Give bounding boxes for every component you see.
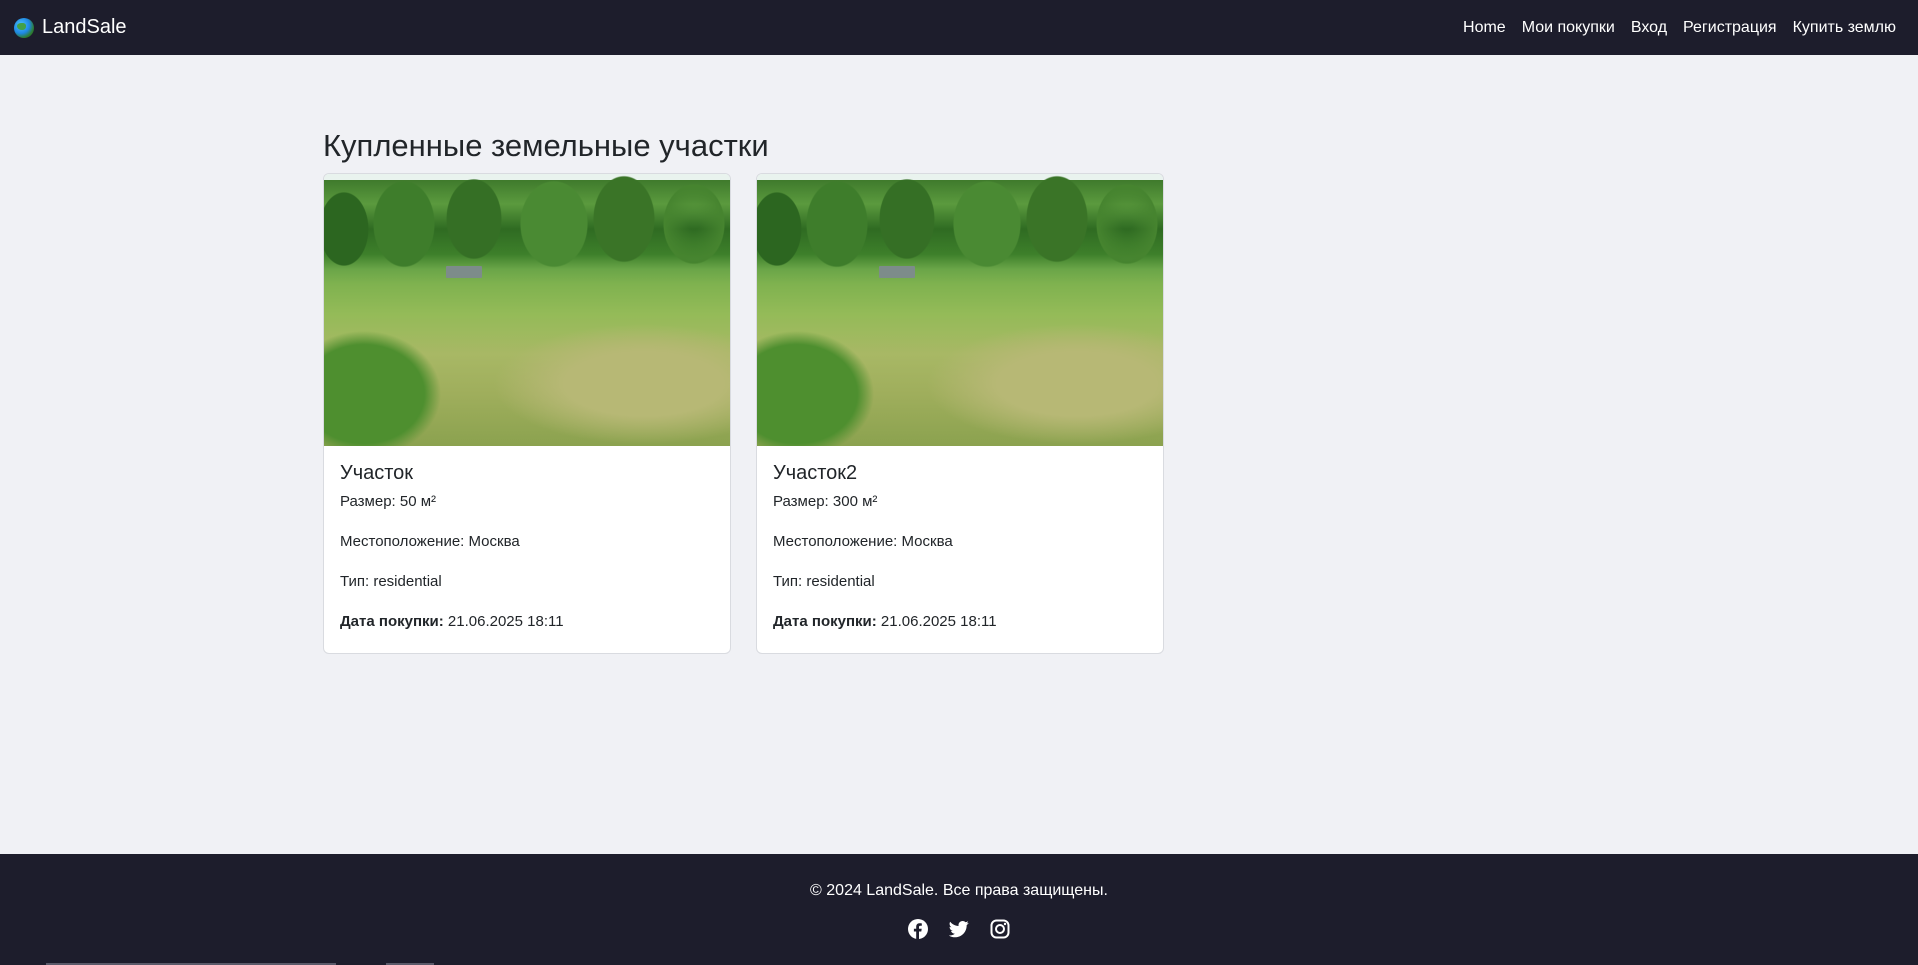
nav-link-home[interactable]: Home bbox=[1455, 19, 1514, 37]
purchase-date-label: Дата покупки: bbox=[340, 613, 444, 630]
social-links bbox=[0, 919, 1918, 939]
land-card: Участок2 Размер: 300 м² Местоположение: … bbox=[756, 173, 1164, 654]
brand-link[interactable]: LandSale bbox=[14, 16, 127, 39]
instagram-icon[interactable] bbox=[990, 919, 1010, 939]
purchase-date-value: 21.06.2025 18:11 bbox=[443, 613, 564, 630]
card-title: Участок2 bbox=[773, 462, 858, 484]
card-type: Тип: residential bbox=[773, 573, 875, 590]
land-card: Участок Размер: 50 м² Местоположение: Мо… bbox=[323, 173, 731, 654]
card-body: Участок Размер: 50 м² Местоположение: Мо… bbox=[324, 446, 730, 630]
cards-container: Участок Размер: 50 м² Местоположение: Мо… bbox=[323, 173, 1164, 654]
card-location: Местоположение: Москва bbox=[773, 533, 953, 550]
land-photo bbox=[757, 174, 1163, 446]
navbar: LandSale Home Мои покупки Вход Регистрац… bbox=[0, 0, 1918, 55]
globe-icon bbox=[14, 17, 34, 38]
facebook-icon[interactable] bbox=[908, 919, 928, 939]
brand-name: LandSale bbox=[42, 16, 127, 38]
card-size: Размер: 50 м² bbox=[340, 493, 437, 510]
card-purchase-date: Дата покупки: 21.06.2025 18:11 bbox=[340, 614, 714, 630]
nav-link-buy-land[interactable]: Купить землю bbox=[1785, 19, 1904, 37]
purchase-date-value: 21.06.2025 18:11 bbox=[876, 613, 997, 630]
footer: © 2024 LandSale. Все права защищены. bbox=[0, 854, 1918, 965]
card-body: Участок2 Размер: 300 м² Местоположение: … bbox=[757, 446, 1163, 630]
nav-link-my-purchases[interactable]: Мои покупки bbox=[1514, 19, 1623, 37]
card-type: Тип: residential bbox=[340, 573, 442, 590]
land-photo bbox=[324, 174, 730, 446]
card-size: Размер: 300 м² bbox=[773, 493, 878, 510]
twitter-icon[interactable] bbox=[948, 919, 969, 939]
footer-copyright: © 2024 LandSale. Все права защищены. bbox=[810, 882, 1108, 899]
card-location: Местоположение: Москва bbox=[340, 533, 520, 550]
nav-link-login[interactable]: Вход bbox=[1623, 19, 1675, 37]
nav-link-register[interactable]: Регистрация bbox=[1675, 19, 1785, 37]
purchase-date-label: Дата покупки: bbox=[773, 613, 877, 630]
card-title: Участок bbox=[340, 462, 414, 484]
nav-links: Home Мои покупки Вход Регистрация Купить… bbox=[1455, 19, 1904, 37]
page-title: Купленные земельные участки bbox=[323, 128, 769, 163]
card-purchase-date: Дата покупки: 21.06.2025 18:11 bbox=[773, 614, 1147, 630]
